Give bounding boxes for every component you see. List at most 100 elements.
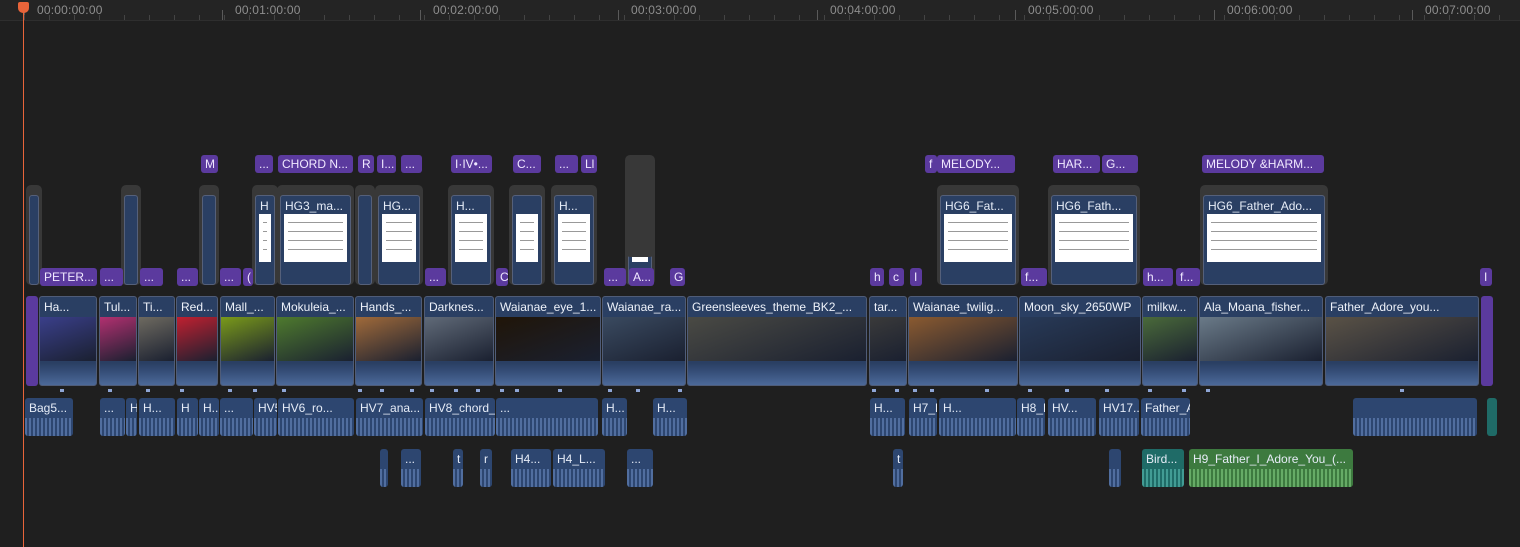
title-clip[interactable]: G bbox=[670, 268, 685, 286]
clip-marker[interactable] bbox=[358, 389, 362, 392]
clip-marker[interactable] bbox=[895, 389, 899, 392]
title-clip[interactable]: ( bbox=[243, 268, 253, 286]
clip-marker[interactable] bbox=[228, 389, 232, 392]
clip-marker[interactable] bbox=[146, 389, 150, 392]
time-ruler[interactable]: 00:00:00:00 00:01:00:00 00:02:00:00 00:03:0… bbox=[0, 0, 1520, 21]
title-clip[interactable]: c bbox=[889, 268, 904, 286]
title-clip[interactable]: ... bbox=[220, 268, 241, 286]
audio-clip[interactable]: ... bbox=[627, 449, 653, 487]
primary-clip[interactable]: Ti... bbox=[138, 296, 175, 386]
clip-marker[interactable] bbox=[930, 389, 934, 392]
primary-clip[interactable]: Father_Adore_you... bbox=[1325, 296, 1479, 386]
title-clip[interactable]: I·IV•... bbox=[451, 155, 492, 173]
audio-clip[interactable]: ... bbox=[401, 449, 421, 487]
title-clip[interactable]: ... bbox=[255, 155, 273, 173]
clip-marker[interactable] bbox=[1028, 389, 1032, 392]
audio-clip[interactable] bbox=[1353, 398, 1477, 436]
primary-clip[interactable]: Greensleeves_theme_BK2_... bbox=[687, 296, 867, 386]
title-clip[interactable]: CHORD N... bbox=[278, 155, 353, 173]
clip-marker[interactable] bbox=[515, 389, 519, 392]
audio-clip[interactable]: H4... bbox=[511, 449, 551, 487]
audio-clip[interactable]: H7_Father... bbox=[909, 398, 937, 436]
title-clip[interactable]: f... bbox=[1176, 268, 1200, 286]
title-clip[interactable]: R bbox=[358, 155, 374, 173]
title-clip[interactable]: G... bbox=[1102, 155, 1138, 173]
connected-clip[interactable] bbox=[124, 195, 138, 285]
connected-clip[interactable]: HG6_Fath... bbox=[1051, 195, 1137, 285]
clip-marker[interactable] bbox=[454, 389, 458, 392]
clip-marker[interactable] bbox=[180, 389, 184, 392]
clip-marker[interactable] bbox=[1206, 389, 1210, 392]
connected-clip[interactable]: HG3_ma... bbox=[280, 195, 351, 285]
title-clip[interactable]: HAR... bbox=[1053, 155, 1100, 173]
audio-clip[interactable]: H... bbox=[199, 398, 219, 436]
clip-marker[interactable] bbox=[636, 389, 640, 392]
connected-clip-stack[interactable]: H... bbox=[448, 185, 494, 285]
primary-clip[interactable]: Waianae_twilig... bbox=[908, 296, 1018, 386]
title-clip[interactable]: C bbox=[496, 268, 508, 286]
primary-clip[interactable]: Ala_Moana_fisher... bbox=[1199, 296, 1323, 386]
audio-clip[interactable]: H bbox=[126, 398, 137, 436]
connected-clip-stack[interactable]: HG6_Fath... bbox=[1048, 185, 1140, 285]
audio-clip[interactable]: Father_Adore_you... bbox=[1141, 398, 1190, 436]
connected-clip-stack[interactable] bbox=[509, 185, 545, 285]
title-clip[interactable]: ... bbox=[425, 268, 446, 286]
clip-marker[interactable] bbox=[476, 389, 480, 392]
clip-marker[interactable] bbox=[913, 389, 917, 392]
clip-marker[interactable] bbox=[1105, 389, 1109, 392]
audio-clip[interactable]: ... bbox=[220, 398, 253, 436]
title-clip[interactable]: ... bbox=[140, 268, 163, 286]
storyline-boundary[interactable] bbox=[1481, 296, 1493, 386]
audio-clip[interactable]: H bbox=[177, 398, 198, 436]
connected-clip-stack[interactable] bbox=[121, 185, 141, 285]
primary-clip[interactable]: milkw... bbox=[1142, 296, 1198, 386]
audio-clip[interactable] bbox=[1487, 398, 1497, 436]
playhead-handle[interactable] bbox=[18, 2, 29, 13]
audio-clip[interactable]: Bird... bbox=[1142, 449, 1184, 487]
audio-clip[interactable]: HV5_chor... bbox=[254, 398, 277, 436]
audio-clip[interactable]: HV6_ro... bbox=[278, 398, 354, 436]
clip-marker[interactable] bbox=[380, 389, 384, 392]
clip-marker[interactable] bbox=[500, 389, 504, 392]
audio-clip[interactable]: r bbox=[480, 449, 492, 487]
primary-clip[interactable]: Darknes... bbox=[424, 296, 494, 386]
title-clip[interactable]: MELODY &HARM... bbox=[1202, 155, 1324, 173]
title-clip[interactable]: C... bbox=[513, 155, 541, 173]
title-clip[interactable]: M bbox=[201, 155, 218, 173]
clip-marker[interactable] bbox=[608, 389, 612, 392]
primary-clip[interactable]: Red... bbox=[176, 296, 218, 386]
primary-clip[interactable]: Tul... bbox=[99, 296, 137, 386]
title-clip[interactable]: MELODY... bbox=[937, 155, 1015, 173]
title-clip[interactable]: h... bbox=[1143, 268, 1173, 286]
connected-clip-stack[interactable]: HG3_ma... bbox=[277, 185, 354, 285]
clip-marker[interactable] bbox=[678, 389, 682, 392]
audio-clip[interactable] bbox=[380, 449, 388, 487]
connected-clip-stack[interactable] bbox=[625, 155, 655, 257]
clip-marker[interactable] bbox=[410, 389, 414, 392]
audio-clip[interactable]: H4_L... bbox=[553, 449, 605, 487]
audio-clip[interactable]: Bag5... bbox=[25, 398, 73, 436]
clip-marker[interactable] bbox=[1148, 389, 1152, 392]
title-clip[interactable]: I bbox=[910, 268, 922, 286]
audio-clip[interactable]: HV17... bbox=[1099, 398, 1139, 436]
connected-clip-stack[interactable] bbox=[199, 185, 219, 285]
connected-clip[interactable] bbox=[202, 195, 216, 285]
clip-marker[interactable] bbox=[558, 389, 562, 392]
title-clip[interactable]: I... bbox=[377, 155, 396, 173]
title-clip[interactable]: Ll bbox=[581, 155, 597, 173]
connected-clip[interactable]: H bbox=[255, 195, 275, 285]
audio-clip[interactable]: H... bbox=[653, 398, 687, 436]
playhead[interactable] bbox=[23, 8, 24, 547]
title-clip[interactable]: f bbox=[925, 155, 937, 173]
title-clip[interactable]: h bbox=[870, 268, 884, 286]
title-clip[interactable]: ... bbox=[100, 268, 123, 286]
primary-clip[interactable]: Waianae_eye_1... bbox=[495, 296, 601, 386]
connected-clip[interactable] bbox=[358, 195, 372, 285]
audio-clip[interactable]: HV7_ana... bbox=[356, 398, 423, 436]
audio-clip[interactable]: H8_F... bbox=[1017, 398, 1045, 436]
connected-clip[interactable]: H... bbox=[554, 195, 594, 285]
connected-clip-stack[interactable]: HG... bbox=[375, 185, 423, 285]
title-clip[interactable]: ... bbox=[604, 268, 626, 286]
connected-clip[interactable]: HG6_Father_Ado... bbox=[1203, 195, 1325, 285]
connected-clip[interactable] bbox=[29, 195, 39, 285]
